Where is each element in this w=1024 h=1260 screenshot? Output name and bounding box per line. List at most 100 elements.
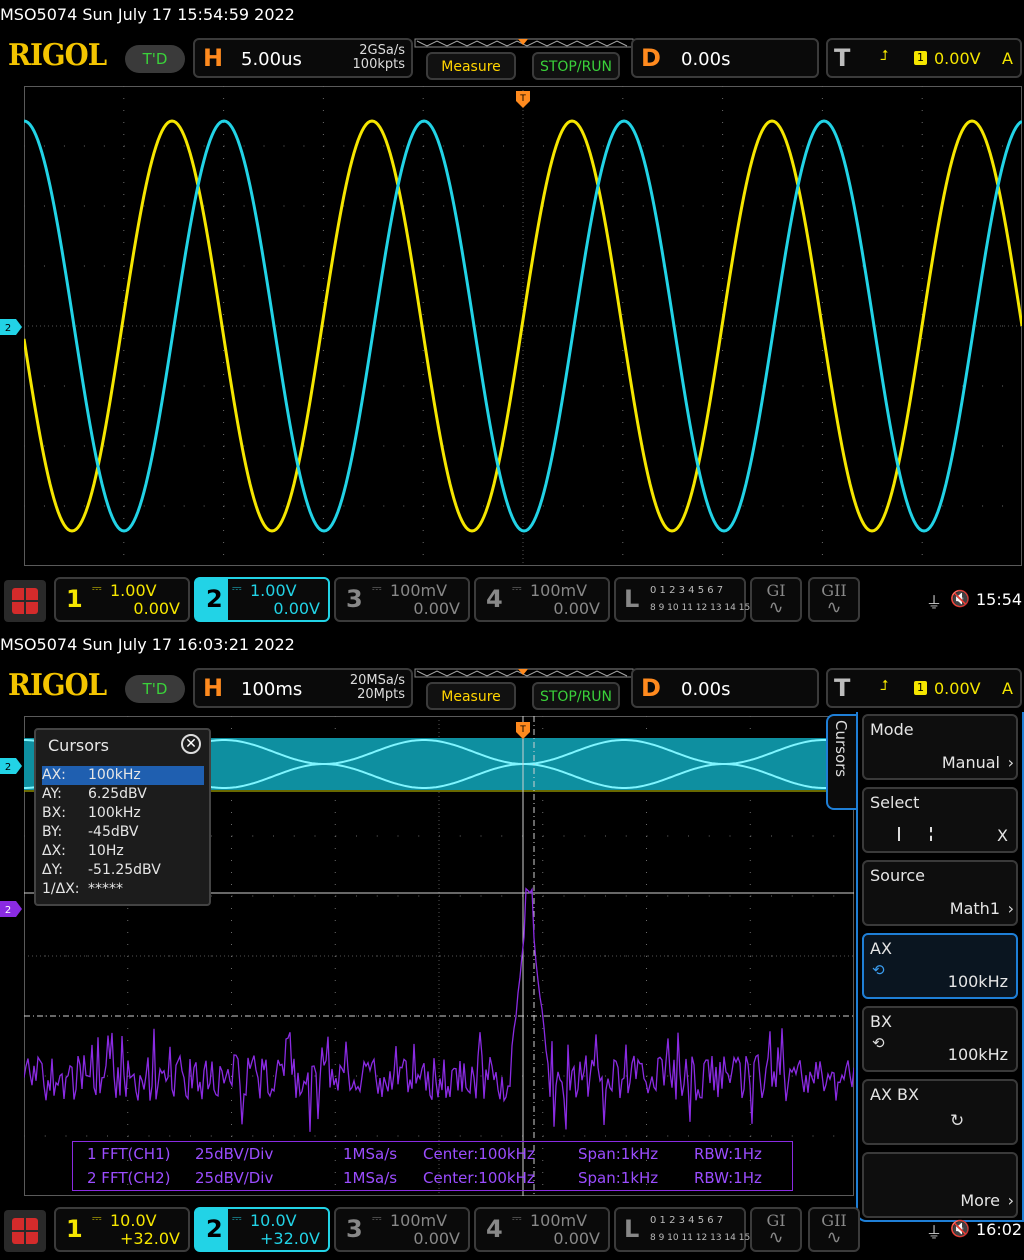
horizontal-panel[interactable]: H 100ms 20MSa/s 20Mpts bbox=[193, 668, 413, 708]
ch1-panel[interactable]: 1 ⎓ 10.0V +32.0V bbox=[54, 1207, 190, 1252]
close-icon[interactable]: ✕ bbox=[181, 734, 201, 754]
grid2-dot bbox=[646, 1015, 648, 1017]
grid1-dot bbox=[922, 385, 924, 387]
stop-run-button[interactable]: STOP/RUN bbox=[532, 682, 620, 710]
knob-icon: ⟲ bbox=[872, 1034, 885, 1052]
td-button[interactable]: T'D bbox=[125, 675, 185, 703]
grid2-dot bbox=[667, 1015, 669, 1017]
generator1-panel[interactable]: GI ∿ bbox=[750, 1207, 802, 1252]
grid2-dot bbox=[334, 812, 336, 813]
grid1-dot bbox=[422, 410, 424, 411]
source-menu-item[interactable]: Source Math1 › bbox=[862, 860, 1018, 926]
grid1-dot bbox=[322, 134, 324, 135]
grid1-dot bbox=[322, 398, 324, 399]
grid1-dot bbox=[822, 385, 824, 387]
grid2-dot bbox=[127, 944, 129, 945]
mute-icon[interactable]: 🔇 bbox=[950, 1219, 970, 1238]
ch2-offset-marker[interactable]: 2 bbox=[0, 758, 22, 774]
grid1-dot bbox=[423, 205, 425, 207]
generator1-panel[interactable]: GI ∿ bbox=[750, 577, 802, 622]
cursor-readout-panel[interactable]: Cursors ✕ AX: 100kHz AY: 6.25dBV BX: 100kHz BY… bbox=[34, 728, 211, 906]
grid1-dot bbox=[722, 290, 724, 291]
ch3-scale: 100mV bbox=[390, 581, 448, 600]
grid1-dot bbox=[622, 494, 624, 495]
grid1-dot bbox=[921, 134, 923, 135]
grid1-dot bbox=[821, 518, 823, 519]
grid2-dot bbox=[334, 968, 336, 969]
ch3-panel[interactable]: 3 ⎓ 100mV 0.00V bbox=[334, 577, 470, 622]
bx-menu-item[interactable]: BX ⟲ 100kHz bbox=[862, 1006, 1018, 1072]
dc-coupling-icon: ⎓ bbox=[372, 581, 382, 595]
delay-panel[interactable]: D 0.00s bbox=[631, 38, 819, 78]
grid2-dot bbox=[542, 728, 544, 729]
home-icon[interactable] bbox=[4, 1210, 46, 1252]
grid1-dot bbox=[821, 86, 823, 87]
grid2-dot bbox=[334, 1040, 336, 1041]
grid2-dot bbox=[44, 1015, 46, 1017]
cursor-row[interactable]: AX: 100kHz bbox=[42, 766, 204, 785]
grid2-dot bbox=[231, 1040, 232, 1041]
trigger-panel[interactable]: T ⮥ 1 0.00V A bbox=[826, 668, 1022, 708]
grid1-dot bbox=[243, 205, 245, 207]
mode-menu-item[interactable]: Mode Manual › bbox=[862, 714, 1018, 780]
cursor-row-key: 1/ΔX: bbox=[42, 881, 80, 897]
grid2-dot bbox=[231, 884, 232, 885]
grid1-dot bbox=[303, 505, 305, 507]
logic-analyzer-panel[interactable]: L 0 1 2 3 4 5 6 7 8 9 10 11 12 13 14 15 bbox=[614, 577, 750, 622]
grid1-dot bbox=[821, 434, 823, 435]
grid1-dot bbox=[223, 494, 225, 495]
grid2-dot bbox=[127, 908, 129, 909]
cursor-row[interactable]: AY: 6.25dBV bbox=[42, 785, 204, 804]
logic-analyzer-panel[interactable]: L 0 1 2 3 4 5 6 7 8 9 10 11 12 13 14 15 bbox=[614, 1207, 750, 1252]
mute-icon[interactable]: 🔇 bbox=[950, 589, 970, 608]
delay-panel[interactable]: D 0.00s bbox=[631, 668, 819, 708]
select-menu-item[interactable]: Select X bbox=[862, 787, 1018, 853]
cursor-row[interactable]: ΔX: 10Hz bbox=[42, 842, 204, 861]
grid1-dot bbox=[722, 122, 724, 123]
grid1-dot bbox=[223, 398, 225, 399]
trigger-position-marker[interactable]: T bbox=[516, 91, 530, 109]
grid2-dot bbox=[749, 980, 751, 981]
cursor-row[interactable]: BX: 100kHz bbox=[42, 804, 204, 823]
ch4-panel[interactable]: 4 ⎓ 100mV 0.00V bbox=[474, 577, 610, 622]
grid1-dot bbox=[422, 482, 424, 483]
measure-button[interactable]: Measure bbox=[426, 682, 516, 710]
horizontal-panel[interactable]: H 5.00us 2GSa/s 100kpts bbox=[193, 38, 413, 78]
measure-button[interactable]: Measure bbox=[426, 52, 516, 80]
math-offset-marker[interactable]: 2 bbox=[0, 901, 22, 917]
ch4-panel[interactable]: 4 ⎓ 100mV 0.00V bbox=[474, 1207, 610, 1252]
axbx-menu-item[interactable]: AX BX ↻ bbox=[862, 1079, 1018, 1145]
grid2-dot bbox=[127, 1028, 129, 1029]
grid2-dot bbox=[542, 716, 544, 717]
trigger-panel[interactable]: T ⮥ 1 0.00V A bbox=[826, 38, 1022, 78]
menu-tab[interactable]: Cursors bbox=[826, 714, 856, 810]
ch2-panel[interactable]: 2 ⎓ 1.00V 0.00V bbox=[194, 577, 330, 622]
generator2-panel[interactable]: GII ∿ bbox=[808, 577, 860, 622]
cursor-row[interactable]: ΔY: -51.25dBV bbox=[42, 861, 204, 880]
grid1-dot bbox=[921, 86, 923, 87]
ch2-offset-marker[interactable]: 2 bbox=[0, 319, 22, 335]
td-button[interactable]: T'D bbox=[125, 45, 185, 73]
grid1-dot bbox=[902, 325, 904, 327]
grid2-dot bbox=[127, 716, 129, 717]
ax-menu-item[interactable]: AX ⟲ 100kHz bbox=[862, 933, 1018, 999]
grid2-dot bbox=[501, 1075, 503, 1077]
stop-run-button[interactable]: STOP/RUN bbox=[532, 52, 620, 80]
cursor-row[interactable]: BY: -45dBV bbox=[42, 823, 204, 842]
grid2-dot bbox=[127, 1124, 129, 1125]
home-icon[interactable] bbox=[4, 580, 46, 622]
delay-value: 0.00s bbox=[681, 679, 731, 700]
grid2-dot bbox=[646, 800, 647, 801]
cursor-row[interactable]: 1/ΔX: ***** bbox=[42, 880, 204, 899]
memory-depth: 20Mpts bbox=[357, 687, 405, 702]
ch2-panel[interactable]: 2 ⎓ 10.0V +32.0V bbox=[194, 1207, 330, 1252]
trigger-position-marker[interactable]: T bbox=[516, 722, 530, 740]
ch1-panel[interactable]: 1 ⎓ 1.00V 0.00V bbox=[54, 577, 190, 622]
grid1-dot bbox=[322, 470, 324, 471]
grid1-dot bbox=[24, 145, 25, 147]
generator2-panel[interactable]: GII ∿ bbox=[808, 1207, 860, 1252]
scope-screen-1: MSO5074 Sun July 17 15:54:59 2022 RIGOL … bbox=[0, 0, 1024, 630]
grid1-dot bbox=[562, 205, 564, 207]
ch3-label: 3 bbox=[346, 585, 363, 613]
ch3-panel[interactable]: 3 ⎓ 100mV 0.00V bbox=[334, 1207, 470, 1252]
